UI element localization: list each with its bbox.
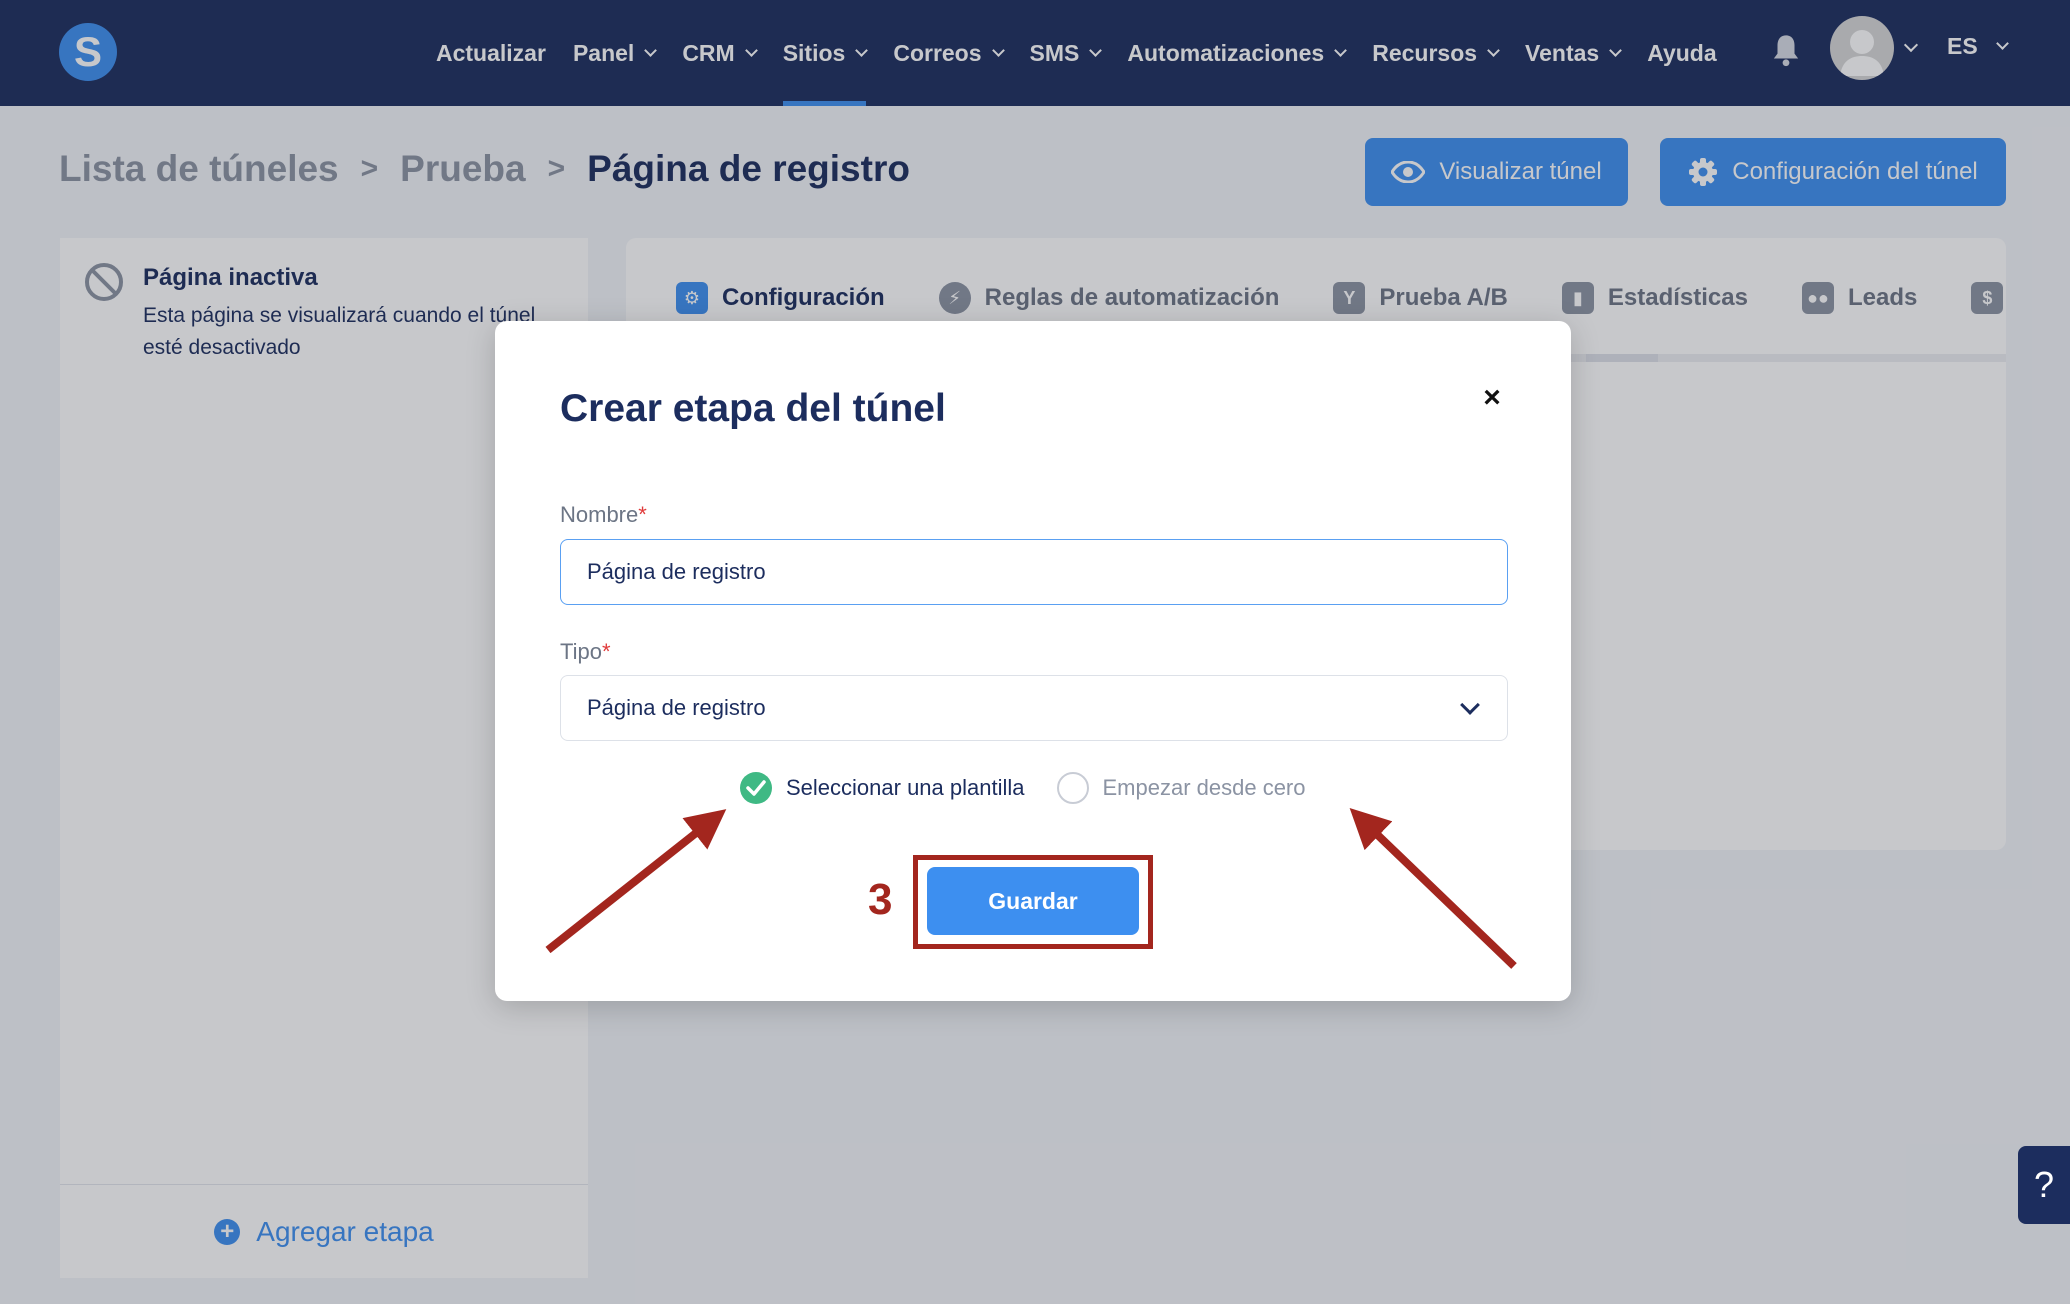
radio-start-from-scratch[interactable]: Empezar desde cero [1056,772,1306,804]
step-number-annotation: 3 [868,875,893,924]
save-button[interactable]: Guardar [927,867,1139,935]
tipo-select[interactable]: Página de registro [560,675,1508,741]
required-marker: * [638,502,647,527]
radio-empty-icon [1056,772,1089,804]
create-step-modal: Crear etapa del túnel × Nombre* Página d… [495,321,1571,1001]
required-marker: * [601,639,611,664]
creation-mode-options: Seleccionar una plantilla Empezar desde … [740,772,1338,804]
chevron-down-icon [1460,695,1480,715]
radio-select-template[interactable]: Seleccionar una plantilla [740,772,1025,804]
check-circle-icon [740,772,772,804]
help-button[interactable]: ? [2018,1146,2070,1224]
nombre-input[interactable]: Página de registro [560,539,1508,605]
modal-title: Crear etapa del túnel [560,387,946,430]
nombre-label: Nombre* [560,502,647,527]
close-icon[interactable]: × [1475,381,1509,415]
tipo-label: Tipo* [560,639,611,664]
